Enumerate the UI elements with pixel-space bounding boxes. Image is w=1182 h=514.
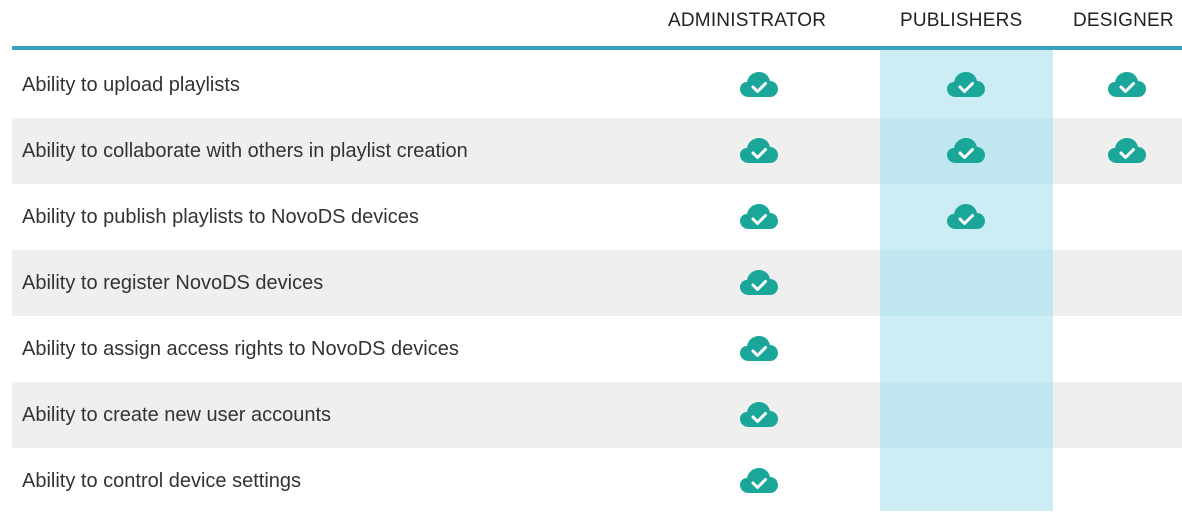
row-label: Ability to collaborate with others in pl…: [22, 140, 468, 162]
cloud-check-icon: [946, 70, 986, 100]
publishers-cell-highlight: [880, 382, 1053, 448]
cloud-check-icon: [739, 70, 779, 100]
cloud-check-icon: [739, 268, 779, 298]
column-header-administrator: ADMINISTRATOR: [668, 10, 827, 31]
row-label: Ability to create new user accounts: [22, 404, 332, 426]
cloud-check-icon: [946, 202, 986, 232]
permissions-table: ADMINISTRATOR PUBLISHERS DESIGNER Abilit…: [0, 0, 1182, 511]
row-label: Ability to control device settings: [22, 470, 302, 492]
row-label: Ability to publish playlists to NovoDS d…: [22, 206, 419, 228]
cloud-check-icon: [739, 136, 779, 166]
column-header-designer: DESIGNER: [1073, 10, 1174, 31]
cloud-check-icon: [739, 202, 779, 232]
row-label: Ability to upload playlists: [22, 74, 240, 96]
column-header-publishers: PUBLISHERS: [900, 10, 1023, 31]
cloud-check-icon: [739, 400, 779, 430]
table-header: ADMINISTRATOR PUBLISHERS DESIGNER: [0, 0, 1182, 46]
cloud-check-icon: [1107, 136, 1147, 166]
publishers-cell-highlight: [880, 250, 1053, 316]
row-label: Ability to register NovoDS devices: [22, 272, 324, 294]
cloud-check-icon: [946, 136, 986, 166]
row-label: Ability to assign access rights to NovoD…: [22, 338, 459, 360]
cloud-check-icon: [739, 466, 779, 496]
cloud-check-icon: [1107, 70, 1147, 100]
cloud-check-icon: [739, 334, 779, 364]
